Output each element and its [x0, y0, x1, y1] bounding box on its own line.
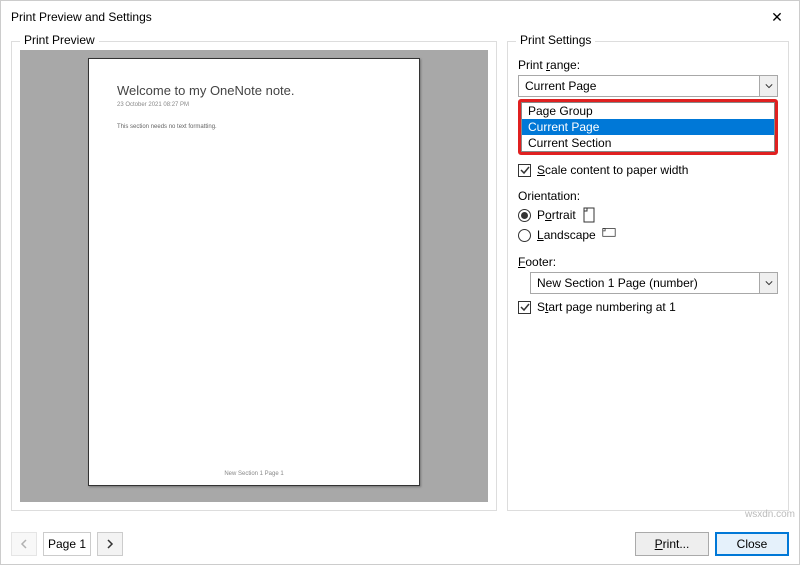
print-range-dropdown: Page Group Current Page Current Section — [518, 99, 778, 155]
print-range-value: Current Page — [518, 75, 760, 97]
landscape-icon — [602, 227, 616, 243]
close-button[interactable]: Close — [715, 532, 789, 556]
landscape-radio[interactable] — [518, 229, 531, 242]
print-range-listbox[interactable]: Page Group Current Page Current Section — [521, 102, 775, 152]
preview-page-meta: 23 October 2021 08:27 PM — [117, 102, 391, 108]
footer-select[interactable]: New Section 1 Page (number) — [530, 272, 778, 294]
start-numbering-checkbox[interactable] — [518, 301, 531, 314]
print-settings-label: Print Settings — [516, 33, 595, 47]
footer-value: New Section 1 Page (number) — [530, 272, 760, 294]
dialog-window: Print Preview and Settings ✕ Print Previ… — [0, 0, 800, 565]
print-range-label: Print range: — [518, 58, 778, 72]
preview-area: Welcome to my OneNote note. 23 October 2… — [20, 50, 488, 502]
portrait-radio[interactable] — [518, 209, 531, 222]
watermark: wsxdn.com — [745, 509, 795, 520]
footer-label: Footer: — [518, 255, 778, 269]
preview-page: Welcome to my OneNote note. 23 October 2… — [88, 58, 420, 486]
print-range-select[interactable]: Current Page — [518, 75, 778, 97]
arrow-right-icon — [105, 539, 115, 549]
titlebar: Print Preview and Settings ✕ — [1, 1, 799, 33]
portrait-icon — [582, 207, 596, 223]
preview-page-body: This section needs no text formatting. — [117, 124, 391, 130]
chevron-down-icon[interactable] — [760, 272, 778, 294]
print-preview-group: Print Preview Welcome to my OneNote note… — [11, 41, 497, 511]
orientation-portrait-row[interactable]: Portrait — [518, 207, 778, 223]
print-range-option-current-page[interactable]: Current Page — [522, 119, 774, 135]
print-range-option-current-section[interactable]: Current Section — [522, 135, 774, 151]
dialog-body: Print Preview Welcome to my OneNote note… — [1, 33, 799, 524]
orientation-landscape-row[interactable]: Landscape — [518, 227, 778, 243]
arrow-left-icon — [19, 539, 29, 549]
start-numbering-row[interactable]: Start page numbering at 1 — [518, 300, 778, 314]
chevron-down-icon[interactable] — [760, 75, 778, 97]
landscape-label: Landscape — [537, 228, 596, 242]
portrait-label: Portrait — [537, 208, 576, 222]
bottom-bar: Print... Close — [1, 524, 799, 564]
print-button[interactable]: Print... — [635, 532, 709, 556]
preview-page-title: Welcome to my OneNote note. — [117, 83, 391, 98]
next-page-button[interactable] — [97, 532, 123, 556]
print-preview-label: Print Preview — [20, 33, 99, 47]
page-indicator-input[interactable] — [43, 532, 91, 556]
scale-label: Scale content to paper width — [537, 163, 688, 177]
print-range-option-page-group[interactable]: Page Group — [522, 103, 774, 119]
dialog-title: Print Preview and Settings — [11, 10, 789, 24]
scale-checkbox[interactable] — [518, 164, 531, 177]
preview-page-footer: New Section 1 Page 1 — [89, 471, 419, 477]
prev-page-button[interactable] — [11, 532, 37, 556]
close-icon[interactable]: ✕ — [757, 2, 797, 32]
start-numbering-label: Start page numbering at 1 — [537, 300, 676, 314]
scale-content-row[interactable]: Scale content to paper width — [518, 163, 778, 177]
print-settings-group: Print Settings Print range: Current Page… — [507, 41, 789, 511]
settings-content: Print range: Current Page Page Group Cur… — [516, 50, 780, 330]
orientation-label: Orientation: — [518, 189, 778, 203]
